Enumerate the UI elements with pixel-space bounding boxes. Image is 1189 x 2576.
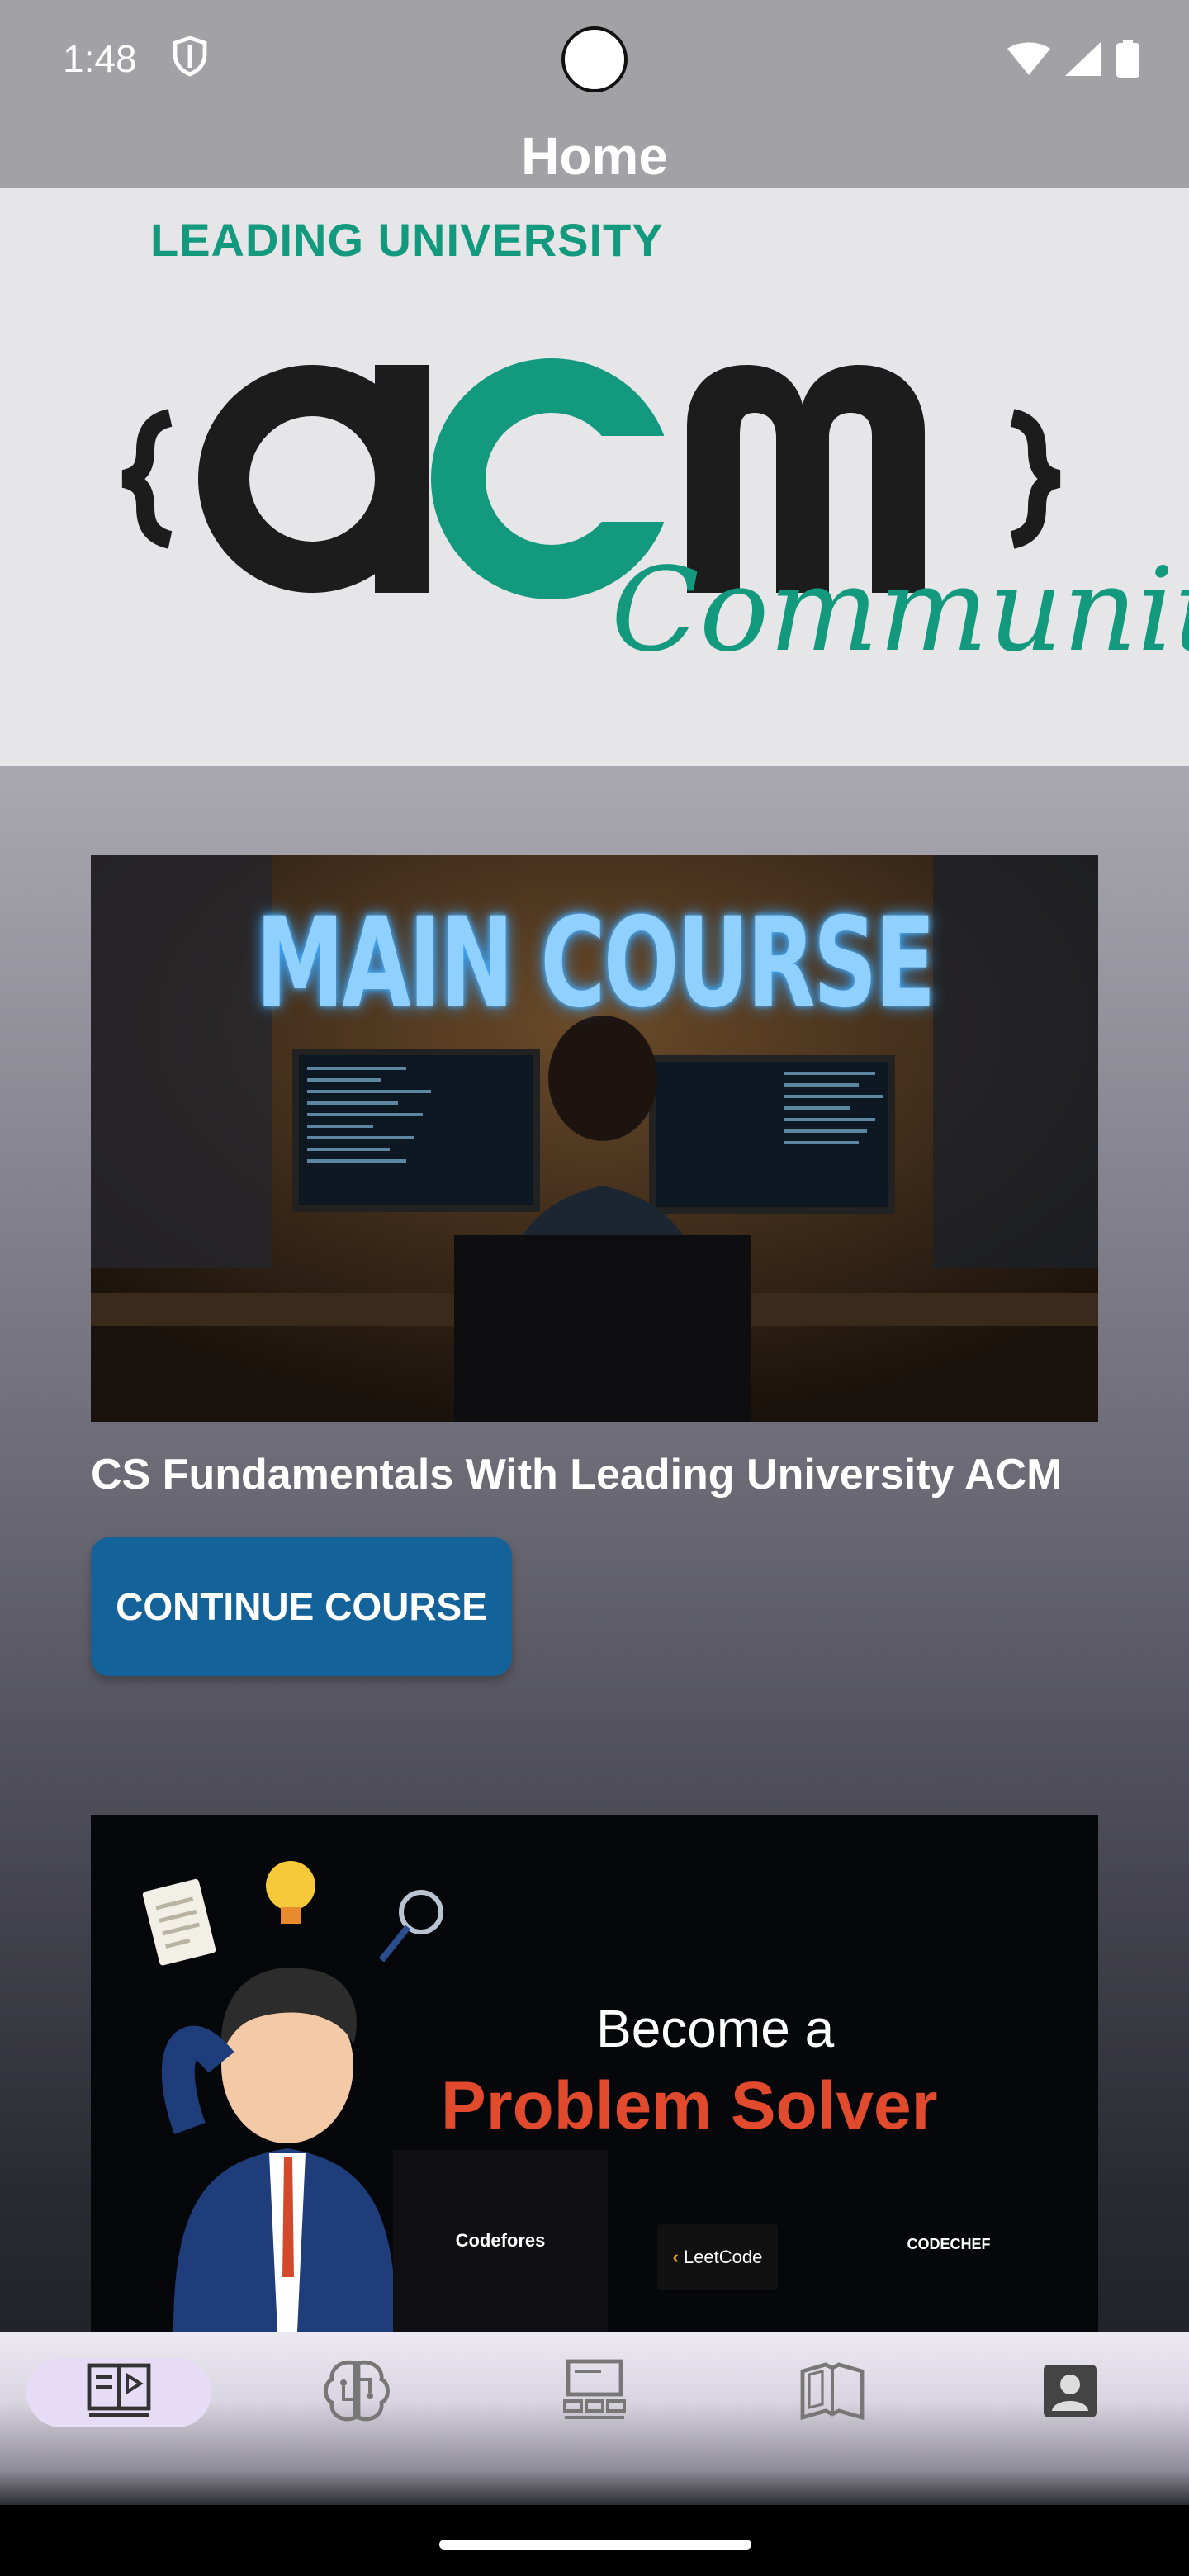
nav-item-classroom[interactable]: [502, 2358, 687, 2427]
open-book-icon: [796, 2355, 869, 2432]
main-course-image[interactable]: MAIN COURSE: [91, 855, 1098, 1422]
course-caption: CS Fundamentals With Leading University …: [91, 1451, 1063, 1499]
page-title: Home: [521, 126, 668, 186]
camera-cutout: [561, 26, 628, 92]
acm-logo: [121, 358, 1061, 599]
status-time: 1:48: [63, 37, 137, 80]
leetcode-icon: ‹: [672, 2247, 679, 2267]
brain-icon: [320, 2356, 393, 2430]
leetcode-logo: ‹ LeetCode: [657, 2224, 778, 2290]
battery-icon: [1116, 40, 1139, 82]
platform-logos: Codefores ‹ LeetCode CODECHEF: [393, 2150, 1098, 2332]
shield-icon: [172, 36, 208, 82]
nav-item-profile[interactable]: [978, 2358, 1163, 2427]
classroom-icon: [558, 2355, 631, 2432]
codechef-logo: CODECHEF: [907, 2235, 991, 2252]
codeforces-logo: Codefores: [393, 2150, 608, 2332]
main-course-card: MAIN COURSE CS Fundamentals With Leading…: [91, 855, 1098, 1676]
nav-item-practice[interactable]: [264, 2358, 449, 2427]
status-bar: 1:48: [0, 0, 1189, 124]
nav-item-resources[interactable]: [740, 2358, 925, 2427]
wifi-icon: [1007, 42, 1050, 79]
acm-banner: LEADING UNIVERSITY Community: [0, 188, 1189, 766]
app-bar: Home: [0, 124, 1189, 190]
problem-solver-card[interactable]: Become a Problem Solver Codefores ‹ Leet…: [91, 1815, 1098, 2332]
home-gesture-bar[interactable]: [439, 2540, 751, 2550]
nav-item-courses[interactable]: [26, 2358, 211, 2427]
bottom-navigation: [0, 2332, 1189, 2505]
solver-heading-line1: Become a: [596, 1999, 835, 2058]
status-icons: [1007, 40, 1139, 82]
cellular-signal-icon: [1065, 41, 1101, 80]
course-book-icon: [84, 2359, 154, 2427]
continue-course-button[interactable]: CONTINUE COURSE: [91, 1537, 512, 1676]
system-gesture-area: [0, 2505, 1189, 2576]
solver-heading-line2: Problem Solver: [441, 2068, 938, 2143]
leetcode-label: LeetCode: [683, 2247, 763, 2267]
banner-script-text: Community: [611, 543, 1189, 678]
course-image-title: MAIN COURSE: [255, 892, 936, 1035]
profile-icon: [1040, 2361, 1100, 2425]
